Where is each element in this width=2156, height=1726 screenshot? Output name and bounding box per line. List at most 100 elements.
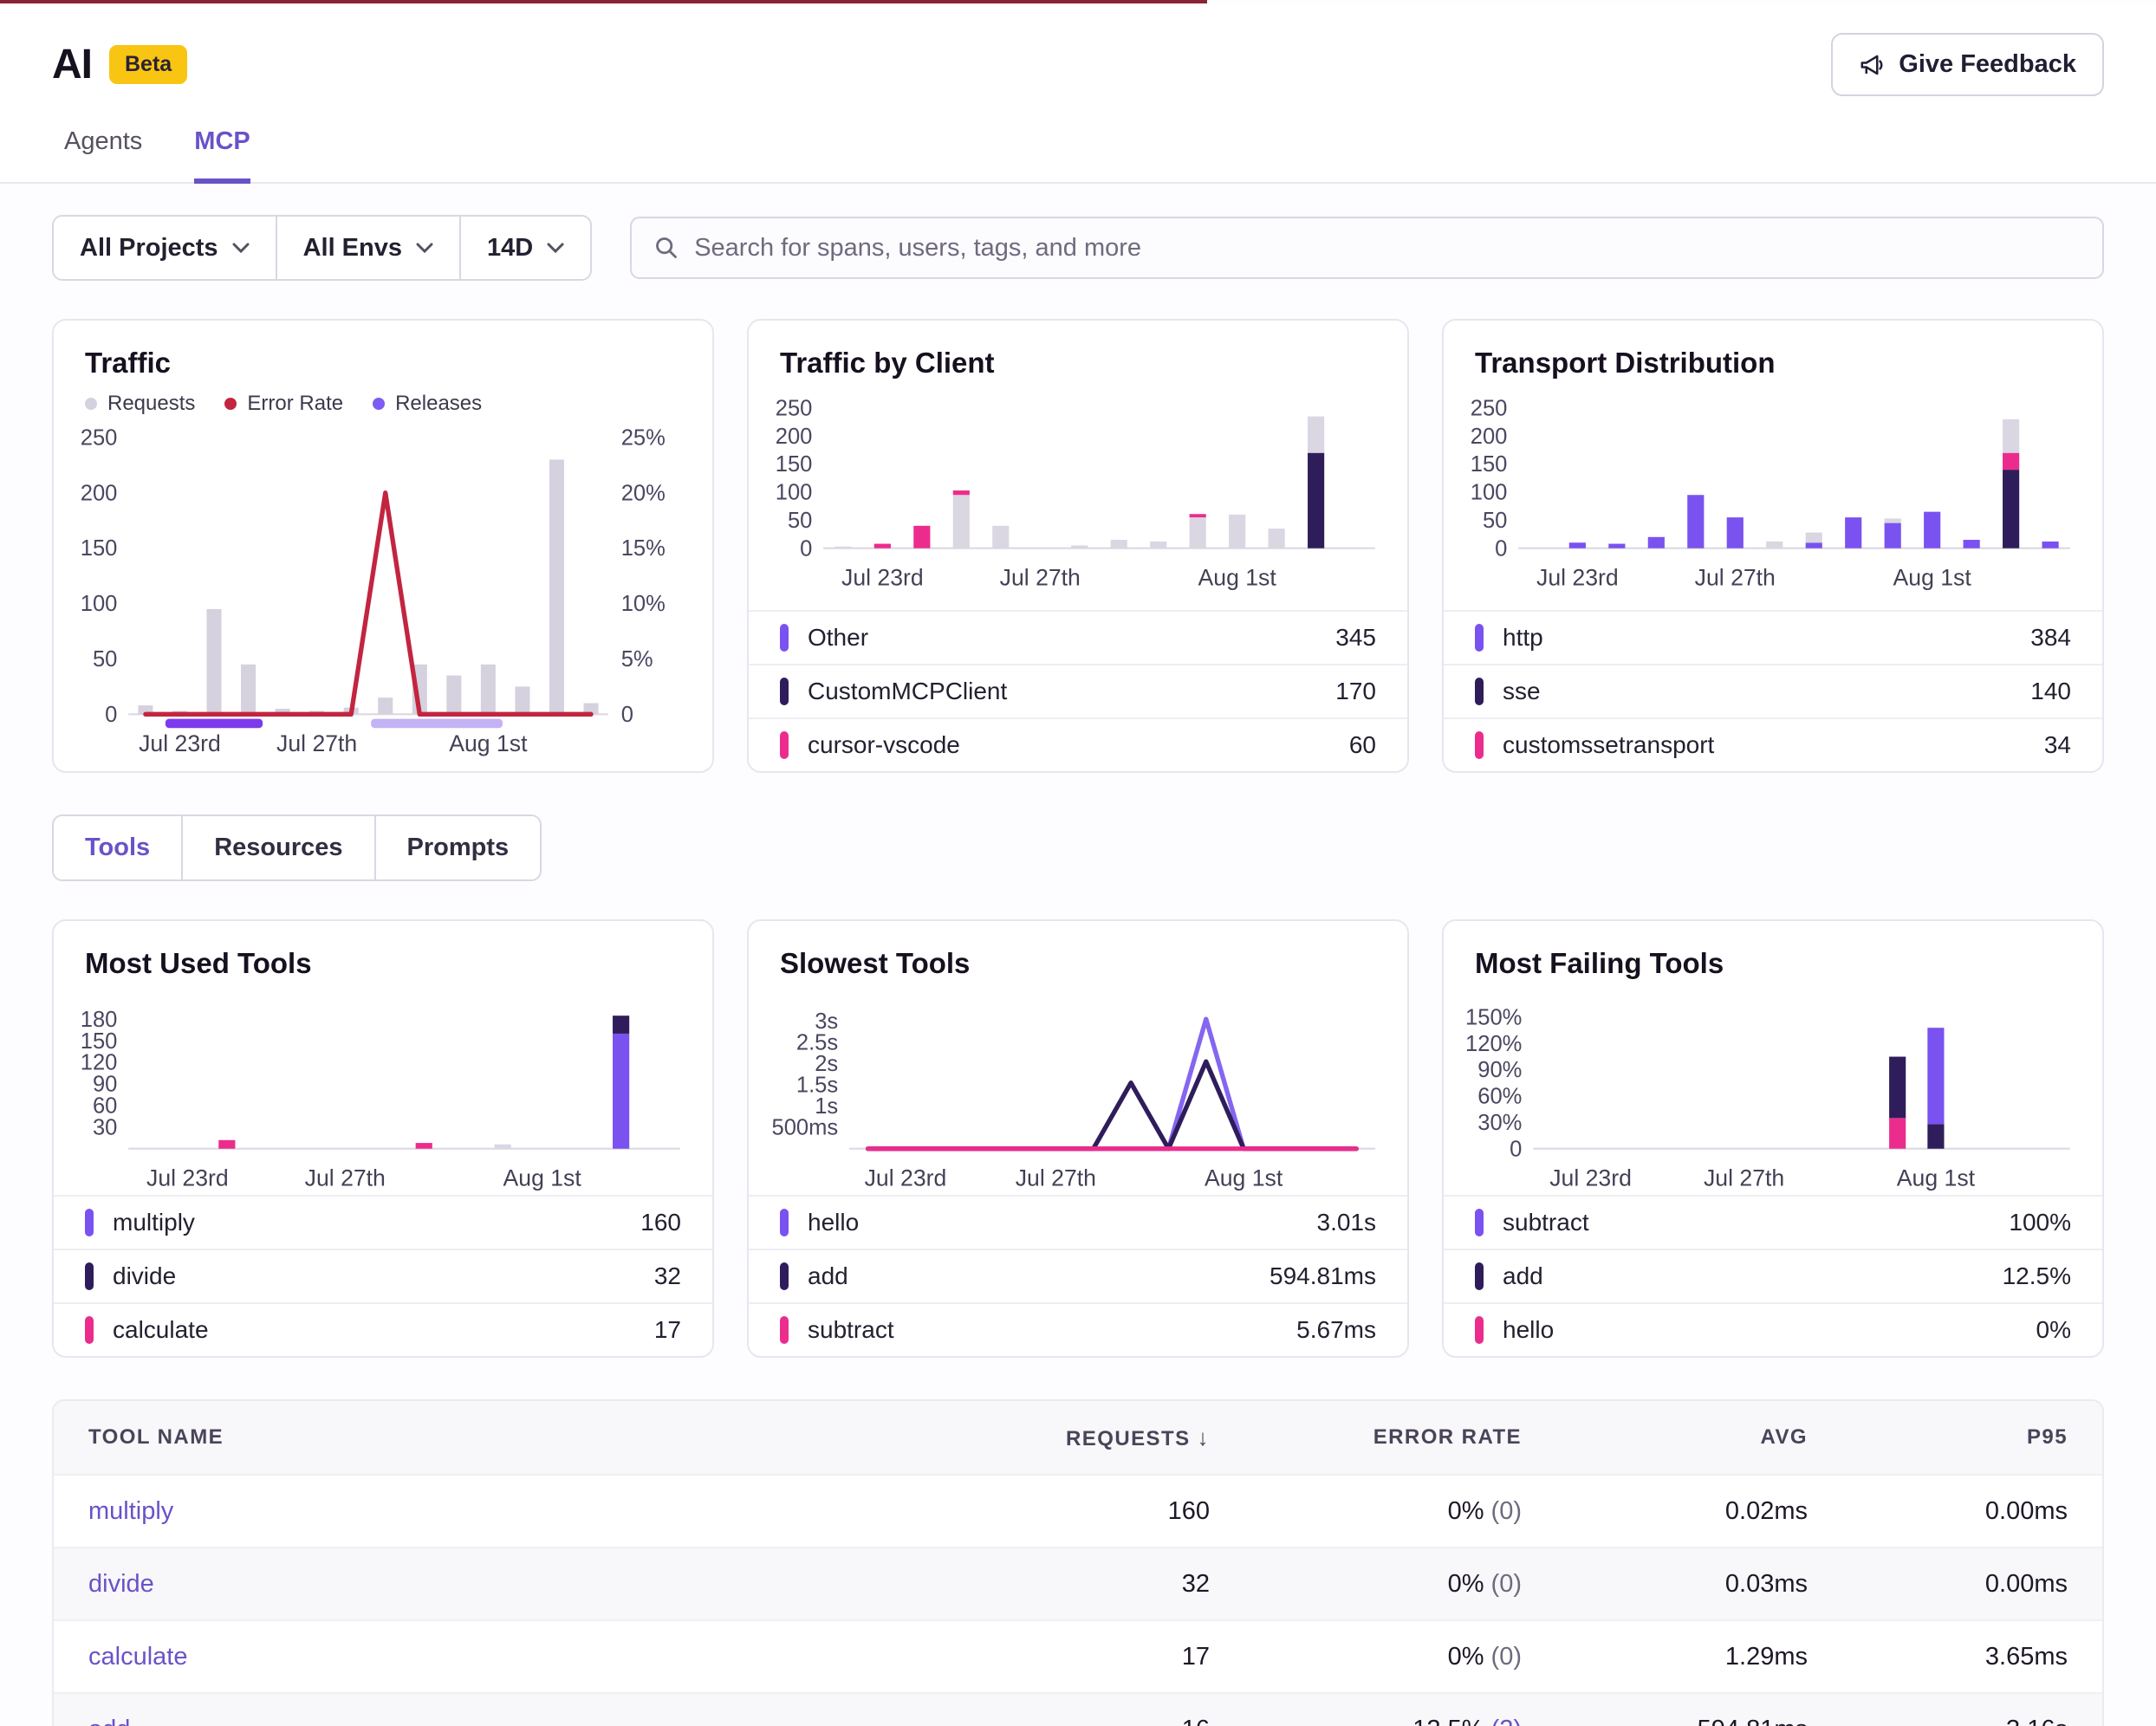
svg-text:120%: 120% [1465,1032,1522,1056]
svg-text:Jul 27th: Jul 27th [276,730,357,756]
table-row[interactable]: calculate170% (0)1.29ms3.65ms [54,1619,2102,1692]
p95-value: 3.65ms [1842,1643,2102,1671]
env-filter-button[interactable]: All Envs [276,217,459,279]
date-range-label: 14D [487,234,533,263]
tool-name-link[interactable]: calculate [88,1643,187,1671]
avg-value: 0.02ms [1556,1497,1842,1526]
svg-text:250: 250 [776,396,813,420]
col-p95[interactable]: P95 [1842,1425,2102,1450]
legend-row[interactable]: customssetransport34 [1444,717,2102,771]
series-value: 140 [2030,678,2071,705]
legend-row[interactable]: Other 345 [749,610,1407,664]
svg-text:15%: 15% [621,536,666,561]
table-row[interactable]: add1612.5% (2)594.81ms3.16s [54,1692,2102,1726]
series-swatch-icon [85,1316,94,1344]
legend-dot-icon [85,398,97,410]
tab-mcp[interactable]: MCP [194,127,250,184]
traffic-card: Traffic RequestsError RateReleases 25020… [52,319,714,773]
legend-row[interactable]: subtract5.67ms [749,1302,1407,1356]
series-swatch-icon [1475,624,1484,652]
legend-row[interactable]: CustomMCPClient170 [749,664,1407,717]
svg-text:5%: 5% [621,647,653,672]
series-name: cursor-vscode [808,731,960,759]
subtab-tools[interactable]: Tools [54,816,181,879]
col-avg[interactable]: AVG [1556,1425,1842,1450]
project-filter-button[interactable]: All Projects [54,217,276,279]
legend-row[interactable]: add594.81ms [749,1249,1407,1302]
error-count: (0) [1491,1497,1522,1525]
chevron-down-icon [416,243,433,253]
legend-dot-icon [373,398,385,410]
card-title: Traffic [85,347,681,380]
give-feedback-label: Give Feedback [1899,50,2076,79]
legend-row[interactable]: add12.5% [1444,1249,2102,1302]
search-icon [654,236,679,260]
svg-text:Aug 1st: Aug 1st [503,1165,582,1191]
series-name: CustomMCPClient [808,678,1007,705]
svg-text:150: 150 [776,452,813,477]
series-name: Other [808,624,868,652]
tools-table: TOOL NAME REQUESTS↓ ERROR RATE AVG P95 m… [52,1399,2104,1726]
legend-row[interactable]: hello3.01s [749,1195,1407,1249]
p95-value: 3.16s [1842,1716,2102,1726]
series-swatch-icon [780,1262,789,1290]
tool-name-link[interactable]: divide [88,1570,154,1598]
series-value: 32 [654,1262,681,1290]
svg-text:180: 180 [81,1008,118,1032]
date-range-button[interactable]: 14D [459,217,590,279]
legend-row[interactable]: divide 32 [54,1249,712,1302]
tool-name-link[interactable]: add [88,1716,130,1726]
most-used-tools-card: Most Used Tools 180150120906030Jul 23rdJ… [52,919,714,1358]
card-title: Most Used Tools [85,947,681,980]
table-row[interactable]: divide320% (0)0.03ms0.00ms [54,1547,2102,1619]
most-used-tools-chart: 180150120906030Jul 23rdJul 27thAug 1st [69,996,697,1193]
card-title: Transport Distribution [1475,347,2071,380]
subtab-prompts[interactable]: Prompts [374,816,541,879]
tab-agents[interactable]: Agents [64,127,142,182]
tool-name-link[interactable]: multiply [88,1497,173,1525]
col-tool-name[interactable]: TOOL NAME [54,1425,984,1450]
svg-text:Jul 23rd: Jul 23rd [841,564,924,590]
svg-text:50: 50 [788,509,812,533]
legend-row[interactable]: multiply160 [54,1195,712,1249]
legend-row[interactable]: subtract100% [1444,1195,2102,1249]
series-swatch-icon [1475,1262,1484,1290]
legend-row[interactable]: hello0% [1444,1302,2102,1356]
svg-text:200: 200 [81,481,118,505]
mcp-subtabs: Tools Resources Prompts [52,814,542,881]
svg-text:250: 250 [1471,396,1508,420]
error-rate-value: 0% (0) [1244,1570,1556,1599]
svg-text:20%: 20% [621,481,666,505]
failing-legend-list: subtract100%add12.5%hello0% [1444,1195,2102,1356]
card-title: Traffic by Client [780,347,1376,380]
series-swatch-icon [1475,1316,1484,1344]
legend-row[interactable]: calculate17 [54,1302,712,1356]
col-error-rate[interactable]: ERROR RATE [1244,1425,1556,1450]
svg-text:Jul 27th: Jul 27th [1016,1165,1096,1191]
series-name: divide [113,1262,176,1290]
svg-text:150%: 150% [1465,1006,1522,1030]
requests-value: 32 [984,1570,1244,1599]
table-row[interactable]: multiply1600% (0)0.02ms0.00ms [54,1474,2102,1547]
legend-row[interactable]: cursor-vscode60 [749,717,1407,771]
search-bar[interactable] [630,217,2104,279]
series-value: 345 [1335,624,1376,652]
series-name: add [808,1262,848,1290]
p95-value: 0.00ms [1842,1570,2102,1599]
series-name: customssetransport [1503,731,1714,759]
subtab-resources[interactable]: Resources [181,816,373,879]
p95-value: 0.00ms [1842,1497,2102,1526]
svg-text:150: 150 [81,536,118,561]
legend-row[interactable]: http384 [1444,610,2102,664]
series-value: 12.5% [2003,1262,2071,1290]
search-input[interactable] [694,234,2080,263]
legend-row[interactable]: sse140 [1444,664,2102,717]
series-name: calculate [113,1316,209,1344]
series-swatch-icon [1475,731,1484,759]
col-requests[interactable]: REQUESTS↓ [984,1424,1244,1451]
give-feedback-button[interactable]: Give Feedback [1831,33,2104,96]
error-rate-value: 0% (0) [1244,1643,1556,1671]
series-name: http [1503,624,1543,652]
requests-value: 16 [984,1716,1244,1726]
svg-text:120: 120 [81,1051,118,1075]
